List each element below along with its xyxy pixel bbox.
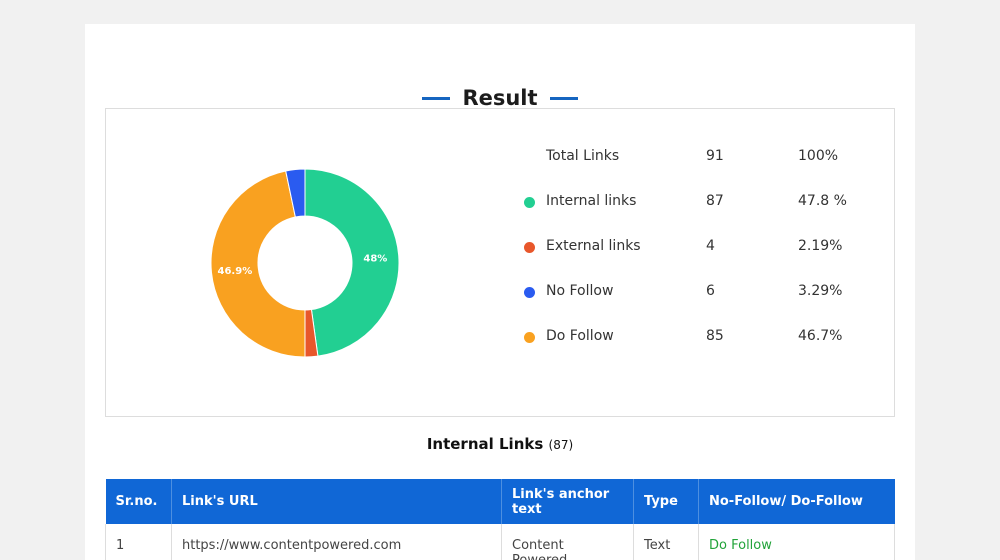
cell-srno: 1 bbox=[105, 524, 172, 560]
links-donut-chart: 48% 46.9% bbox=[210, 168, 400, 358]
summary-label: Internal links bbox=[546, 193, 637, 209]
external-legend-dot bbox=[524, 242, 535, 253]
summary-label: No Follow bbox=[546, 283, 614, 299]
summary-count: 91 bbox=[706, 148, 724, 164]
summary-row-nofollow: No Follow 6 3.29% bbox=[524, 282, 864, 302]
summary-percent: 100% bbox=[798, 148, 839, 164]
internal-links-heading: Internal Links (87) bbox=[85, 435, 915, 453]
column-header-srno: Sr.no. bbox=[105, 479, 172, 524]
donut-slice-label: 48% bbox=[363, 254, 387, 265]
internal-links-count: (87) bbox=[548, 438, 574, 452]
column-header-anchor: Link's anchor text bbox=[501, 479, 634, 524]
summary-label: Do Follow bbox=[546, 328, 614, 344]
column-header-follow: No-Follow/ Do-Follow bbox=[709, 494, 863, 509]
cell-anchor-text: Content Powered bbox=[501, 524, 634, 560]
internal-links-table: Sr.no. Link's URL Link's anchor text Typ… bbox=[105, 479, 895, 560]
title-line-right bbox=[549, 96, 578, 100]
summary-row-internal: Internal links 87 47.8 % bbox=[524, 192, 864, 212]
table-row: 1 https://www.contentpowered.com Content… bbox=[105, 524, 895, 560]
cell-type: Text bbox=[633, 524, 699, 560]
summary-count: 85 bbox=[706, 328, 724, 344]
summary-row-external: External links 4 2.19% bbox=[524, 237, 864, 257]
summary-percent: 3.29% bbox=[798, 283, 843, 299]
summary-percent: 2.19% bbox=[798, 238, 843, 254]
dofollow-legend-dot bbox=[524, 332, 535, 343]
summary-label: External links bbox=[546, 238, 641, 254]
internal-legend-dot bbox=[524, 197, 535, 208]
nofollow-legend-dot bbox=[524, 287, 535, 298]
summary-row-total: Total Links 91 100% bbox=[524, 147, 864, 167]
column-header-type: Type bbox=[633, 479, 699, 524]
result-card: Result 48% 46.9% Total Links 91 100% Inte… bbox=[85, 24, 915, 560]
summary-panel: 48% 46.9% Total Links 91 100% Internal li… bbox=[105, 108, 895, 417]
summary-count: 6 bbox=[706, 283, 715, 299]
cell-url-link[interactable]: https://www.contentpowered.com bbox=[171, 524, 502, 560]
title-line-left bbox=[422, 96, 451, 100]
donut-slice-do-follow bbox=[210, 170, 306, 358]
table-header-row: Sr.no. Link's URL Link's anchor text Typ… bbox=[105, 479, 895, 524]
summary-count: 4 bbox=[706, 238, 715, 254]
summary-count: 87 bbox=[706, 193, 724, 209]
summary-percent: 47.8 % bbox=[798, 193, 847, 209]
page-title: Result bbox=[462, 86, 538, 110]
donut-slice-label: 46.9% bbox=[218, 266, 253, 277]
internal-links-title: Internal Links bbox=[426, 435, 544, 453]
column-header-url: Link's URL bbox=[171, 479, 502, 524]
summary-percent: 46.7% bbox=[798, 328, 843, 344]
summary-row-dofollow: Do Follow 85 46.7% bbox=[524, 327, 864, 347]
summary-label: Total Links bbox=[546, 148, 620, 164]
cell-follow-status: Do Follow bbox=[698, 524, 895, 560]
